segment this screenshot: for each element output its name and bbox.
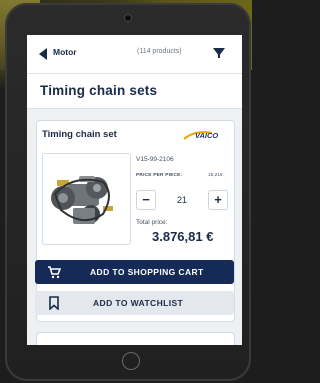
cart-icon: [48, 266, 61, 279]
page-title: Timing chain sets: [40, 83, 158, 98]
product-count: (114 products): [137, 48, 182, 55]
total-price-label: Total price:: [136, 219, 168, 226]
tablet-frame: Motor (114 products) Timing chain sets T…: [5, 3, 251, 381]
add-to-watchlist-button[interactable]: ADD TO WATCHLIST: [35, 291, 234, 315]
add-to-cart-button[interactable]: ADD TO SHOPPING CART: [35, 260, 234, 284]
add-to-cart-label: ADD TO SHOPPING CART: [90, 267, 204, 277]
timing-chain-set-image: [51, 176, 113, 224]
home-button[interactable]: [122, 352, 140, 370]
add-to-watchlist-label: ADD TO WATCHLIST: [93, 298, 184, 308]
product-image[interactable]: [42, 153, 131, 245]
quantity-input[interactable]: 21: [160, 191, 204, 209]
quantity-decrease-button[interactable]: −: [136, 190, 156, 210]
quantity-increase-button[interactable]: +: [208, 190, 228, 210]
bookmark-icon: [49, 296, 59, 310]
filter-icon-stem: [218, 54, 220, 58]
price-per-piece-label: PRICE PER PIECE:: [136, 173, 183, 178]
next-product-card: [36, 332, 235, 345]
title-bar: Timing chain sets: [27, 74, 242, 109]
camera: [125, 15, 131, 21]
back-link[interactable]: Motor: [53, 47, 77, 57]
product-name[interactable]: Timing chain set: [42, 129, 117, 140]
price-per-piece-value: 15,21€: [208, 173, 223, 178]
part-number: V15-99-2106: [136, 156, 174, 163]
brand-name: VAICO: [195, 131, 219, 140]
screen: Motor (114 products) Timing chain sets T…: [27, 35, 242, 345]
total-price-value: 3.876,81 €: [152, 229, 214, 244]
top-nav-bar: Motor (114 products): [27, 35, 242, 74]
back-arrow-icon[interactable]: [39, 48, 47, 60]
